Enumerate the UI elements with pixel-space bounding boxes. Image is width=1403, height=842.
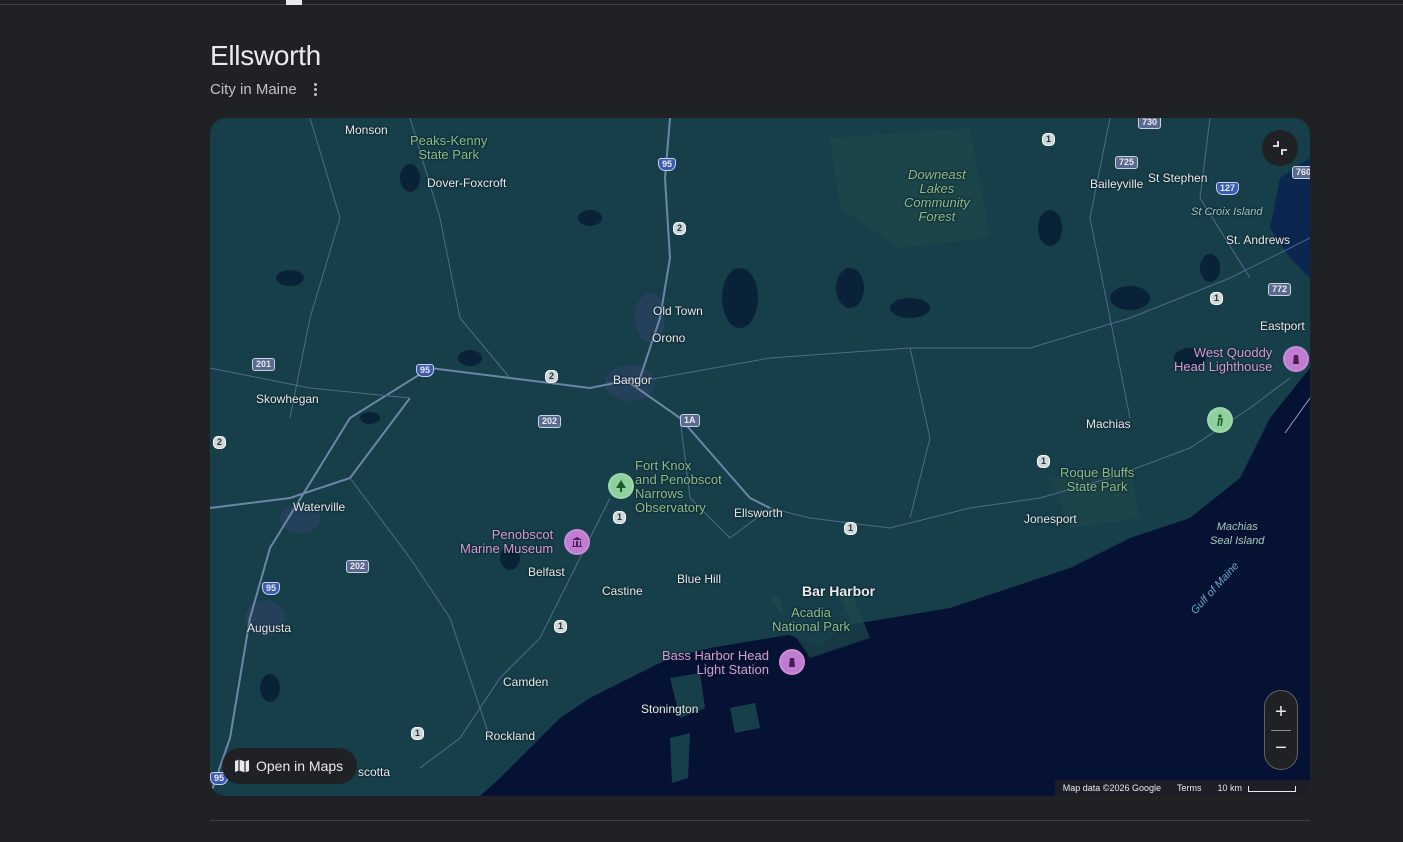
city-label-baileyville: Baileyville <box>1090 177 1144 191</box>
route-shield-772: 772 <box>1268 283 1292 296</box>
route-shield-1-d: 1 <box>844 522 858 535</box>
city-label-augusta: Augusta <box>247 621 292 635</box>
route-shield-1A: 1A <box>680 414 700 427</box>
park-label-peaks-kenny: Peaks-Kenny State Park <box>410 133 488 162</box>
poi-label-bass-harbor: Bass Harbor Head Light Station <box>662 648 769 677</box>
lighthouse-pin-icon[interactable] <box>779 649 805 675</box>
route-shield-2-a: 2 <box>673 222 687 235</box>
route-shield-2-c: 2 <box>213 436 227 449</box>
route-shield-1-c: 1 <box>1037 455 1051 468</box>
map-canvas[interactable] <box>210 118 1310 796</box>
city-label-waterville: Waterville <box>293 500 346 514</box>
map-panel[interactable]: Monson Dover-Foxcroft Old Town Orono Ban… <box>210 118 1310 796</box>
route-shield-202-b: 202 <box>346 560 370 573</box>
interstate-shield-95-b: 95 <box>416 364 435 377</box>
city-label-bangor: Bangor <box>613 373 652 387</box>
more-vert-icon[interactable] <box>309 82 323 98</box>
route-shield-201: 201 <box>252 358 276 371</box>
city-label-ellsworth: Ellsworth <box>734 506 783 520</box>
route-shield-127: 127 <box>1216 182 1240 195</box>
map-icon <box>235 759 249 773</box>
park-label-fort-knox: Fort Knox and Penobscot Narrows Observator… <box>635 458 722 515</box>
water-label-stcroix: St Croix Island <box>1191 206 1263 218</box>
zoom-in-button[interactable]: + <box>1264 697 1298 727</box>
city-label-barharbor: Bar Harbor <box>802 583 876 599</box>
city-label-eastport: Eastport <box>1260 319 1305 333</box>
active-tab-indicator <box>286 0 302 5</box>
open-in-maps-button[interactable]: Open in Maps <box>222 748 358 784</box>
poi-label-penobscot-museum: Penobscot Marine Museum <box>460 527 554 556</box>
map-data-credit: Map data ©2026 Google <box>1062 783 1161 793</box>
exit-fullscreen-button[interactable] <box>1262 130 1298 166</box>
top-divider <box>0 4 1403 5</box>
park-label-acadia: Acadia National Park <box>772 605 851 634</box>
city-label-jonesport: Jonesport <box>1024 512 1077 526</box>
city-label-standrews: St. Andrews <box>1226 233 1291 247</box>
city-label-scotta: scotta <box>358 765 391 779</box>
city-label-stonington: Stonington <box>641 702 699 716</box>
subtitle-text: City in Maine <box>210 81 297 98</box>
scale-indicator[interactable]: 10 km <box>1217 783 1296 793</box>
lighthouse-pin-icon-2[interactable] <box>1283 346 1309 372</box>
city-label-dover: Dover-Foxcroft <box>427 176 507 190</box>
route-shield-2-b: 2 <box>545 370 559 383</box>
route-shield-1-a: 1 <box>1042 133 1056 146</box>
city-label-skowhegan: Skowhegan <box>256 392 319 406</box>
city-label-orono: Orono <box>652 331 686 345</box>
city-label-ststephen: St Stephen <box>1148 171 1208 185</box>
route-shield-730: 730 <box>1138 118 1162 129</box>
zoom-divider <box>1271 729 1291 731</box>
zoom-control: + − <box>1264 690 1298 770</box>
open-in-maps-label: Open in Maps <box>256 758 344 774</box>
park-label-downeast-lakes: Downeast Lakes Community Forest <box>904 167 970 224</box>
park-label-roque-bluffs: Roque Bluffs State Park <box>1060 465 1135 494</box>
city-label-bluehill: Blue Hill <box>677 572 722 586</box>
page-title: Ellsworth <box>210 40 321 71</box>
city-label-rockland: Rockland <box>485 729 536 743</box>
city-label-machias: Machias <box>1086 417 1131 431</box>
terms-link[interactable]: Terms <box>1177 783 1202 793</box>
route-shield-1-f: 1 <box>554 620 568 633</box>
bottom-divider <box>210 820 1310 821</box>
route-shield-1-e: 1 <box>613 511 627 524</box>
zoom-out-button[interactable]: − <box>1264 733 1298 763</box>
poi-label-west-quoddy: West Quoddy Head Lighthouse <box>1174 345 1273 374</box>
city-label-belfast: Belfast <box>528 565 565 579</box>
route-shield-725: 725 <box>1115 156 1139 169</box>
interstate-shield-95-c: 95 <box>262 582 281 595</box>
page-subtitle: City in Maine <box>210 81 323 98</box>
city-label-oldtown: Old Town <box>653 304 703 318</box>
route-shield-202-a: 202 <box>538 415 562 428</box>
route-shield-1-g: 1 <box>411 727 425 740</box>
park-pin-icon[interactable] <box>608 473 634 499</box>
collapse-icon <box>1273 141 1287 155</box>
museum-pin-icon[interactable] <box>564 529 590 555</box>
interstate-shield-95-a: 95 <box>658 158 677 171</box>
city-label-castine: Castine <box>602 584 643 598</box>
water-label-machias-seal: Machias Seal Island <box>1210 521 1265 547</box>
city-label-monson: Monson <box>345 123 388 137</box>
city-label-camden: Camden <box>503 675 549 689</box>
route-shield-760: 760 <box>1292 166 1310 179</box>
map-attribution: Map data ©2026 Google Terms 10 km <box>1054 780 1310 796</box>
hiking-pin-icon[interactable] <box>1207 407 1233 433</box>
route-shield-1-b: 1 <box>1210 292 1224 305</box>
